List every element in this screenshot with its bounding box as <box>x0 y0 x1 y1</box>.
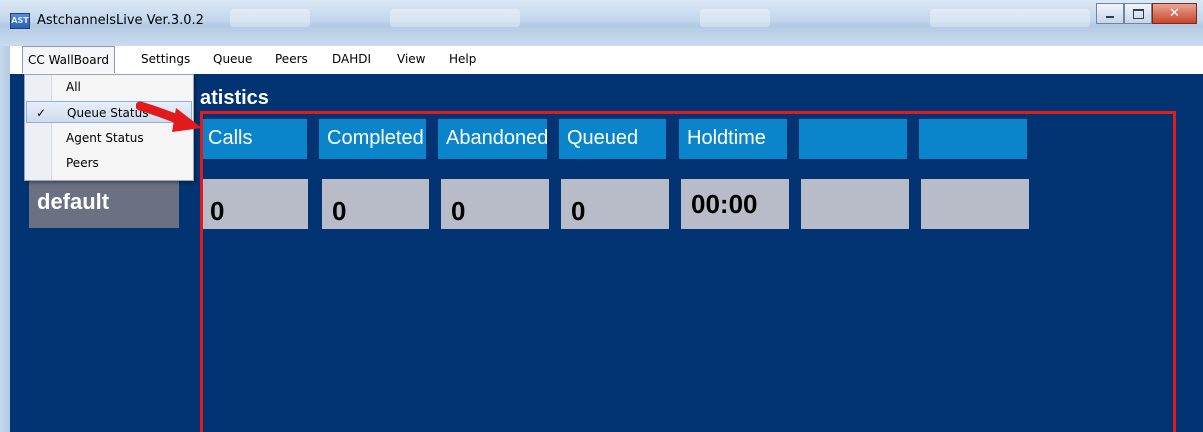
menu-item-label: Agent Status <box>66 131 144 145</box>
queue-name-label: default <box>29 180 179 228</box>
menu-item-all[interactable]: All <box>26 76 192 98</box>
window-title: AstchannelsLive Ver.3.0.2 <box>37 13 204 28</box>
minimize-button[interactable] <box>1096 3 1124 24</box>
blurred-tab <box>390 9 520 27</box>
menu-view[interactable]: View <box>397 46 425 72</box>
blurred-tab <box>700 9 770 27</box>
menu-settings[interactable]: Settings <box>141 46 190 72</box>
close-icon: ✕ <box>1169 6 1180 21</box>
blurred-toolbar <box>230 9 310 27</box>
menu-item-label: All <box>66 80 81 94</box>
window-controls: ✕ <box>1096 3 1197 24</box>
menu-dahdi[interactable]: DAHDI <box>332 46 371 72</box>
menu-cc-wallboard[interactable]: CC WallBoard <box>22 46 115 73</box>
app-icon: AST <box>10 13 30 29</box>
window-frame-left <box>0 46 10 432</box>
page-title: atistics <box>200 87 269 109</box>
menu-peers[interactable]: Peers <box>275 46 308 72</box>
minimize-icon <box>1106 16 1114 18</box>
checkmark-icon: ✓ <box>36 106 47 120</box>
highlight-box <box>200 111 1176 432</box>
maximize-button[interactable] <box>1124 3 1152 24</box>
maximize-icon <box>1132 8 1144 19</box>
menu-help[interactable]: Help <box>449 46 476 72</box>
menu-item-label: Peers <box>66 156 99 170</box>
menu-bar: CC WallBoard Settings Queue Peers DAHDI … <box>10 46 1203 74</box>
menu-item-peers[interactable]: Peers <box>26 152 192 174</box>
blurred-toolbar <box>930 9 1090 27</box>
close-button[interactable]: ✕ <box>1152 3 1197 24</box>
title-bar: AST AstchannelsLive Ver.3.0.2 ✕ <box>0 0 1203 46</box>
menu-queue[interactable]: Queue <box>213 46 252 72</box>
red-arrow-icon <box>136 101 202 132</box>
